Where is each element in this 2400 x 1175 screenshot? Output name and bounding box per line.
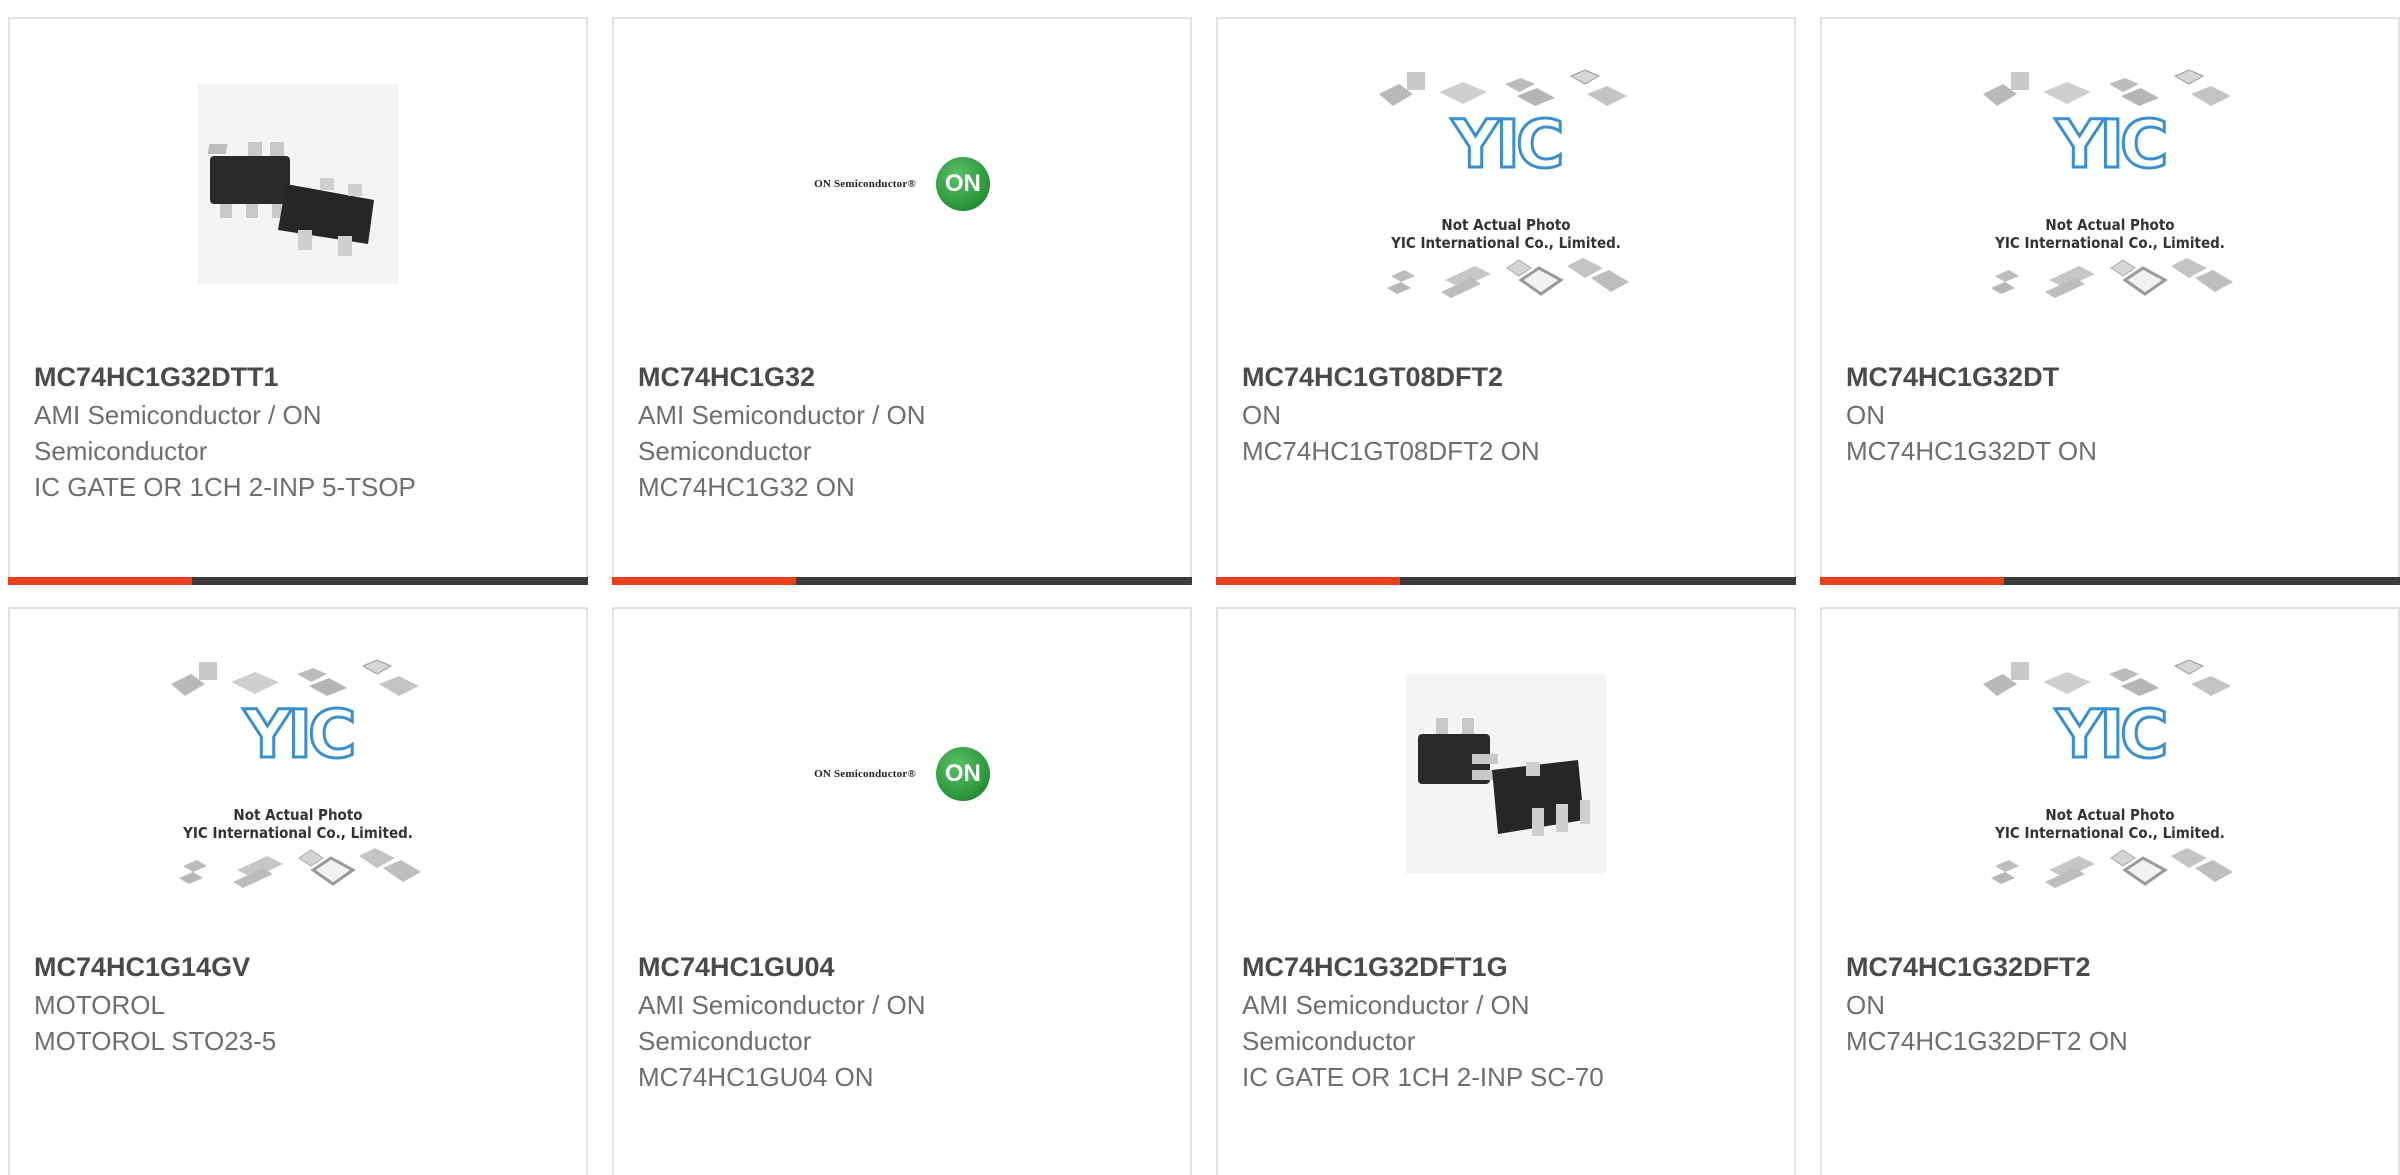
yic-placeholder-image: YIC Not Actual Photo YIC International C… [163,656,433,892]
chip-packages-icon [1983,659,2233,888]
placeholder-note: Not Actual Photo [2045,216,2175,234]
product-part-number[interactable]: MC74HC1G32DFT2 [1846,949,2316,985]
yic-placeholder-image: YIC Not Actual Photo YIC International C… [1975,656,2245,892]
product-detail-line: MOTOROL STO23-5 [34,1026,277,1056]
product-detail-line: ON [1846,990,1885,1020]
product-detail-line: ON [1242,400,1281,430]
product-detail-line: AMI Semiconductor / ON [34,400,322,430]
product-detail-line: MC74HC1G32DFT2 ON [1846,1026,2128,1056]
card-accent-bar [612,577,796,585]
card-accent-bar [1820,577,2004,585]
product-card[interactable]: MC74HC1G32DTT1 AMI Semiconductor / ON Semi… [8,17,588,585]
product-detail-line: MC74HC1GU04 ON [638,1062,874,1092]
product-image[interactable]: YIC Not Actual Photo YIC International C… [1218,69,1794,298]
product-card[interactable]: ON Semiconductor® ON MC74HC1GU04 AMI Semi… [612,607,1192,1175]
product-detail-line: Semiconductor [638,1026,812,1056]
placeholder-company: YIC International Co., Limited. [1995,824,2225,842]
product-part-number[interactable]: MC74HC1G32 [638,359,1108,395]
product-info: MC74HC1G14GV MOTOROL MOTOROL STO23-5 [34,949,504,1059]
placeholder-company: YIC International Co., Limited. [183,824,413,842]
product-part-number[interactable]: MC74HC1G32DT [1846,359,2316,395]
product-image[interactable]: YIC Not Actual Photo YIC International C… [1822,69,2398,298]
product-part-number[interactable]: MC74HC1GU04 [638,949,1108,985]
card-bottom-bar [8,577,588,585]
product-card[interactable]: MC74HC1G32DFT1G AMI Semiconductor / ON Sem… [1216,607,1796,1175]
product-info: MC74HC1G32DFT1G AMI Semiconductor / ON Sem… [1242,949,1712,1095]
product-info: MC74HC1G32DT ON MC74HC1G32DT ON [1846,359,2316,469]
chip-packages-icon [1379,69,1629,298]
product-part-number[interactable]: MC74HC1GT08DFT2 [1242,359,1712,395]
chip-photo-icon [198,84,398,284]
product-detail-line: ON [1846,400,1885,430]
yic-brand-logo: YIC [2054,106,2170,183]
product-detail-line: AMI Semiconductor / ON [638,400,926,430]
product-info: MC74HC1GT08DFT2 ON MC74HC1GT08DFT2 ON [1242,359,1712,469]
product-info: MC74HC1G32DFT2 ON MC74HC1G32DFT2 ON [1846,949,2316,1059]
product-info: MC74HC1G32DTT1 AMI Semiconductor / ON Semi… [34,359,504,505]
yic-placeholder-image: YIC Not Actual Photo YIC International C… [1975,66,2245,302]
on-semiconductor-logo: ON Semiconductor® ON [814,747,990,801]
product-card[interactable]: YIC Not Actual Photo YIC International C… [1820,17,2400,585]
product-info: MC74HC1GU04 AMI Semiconductor / ON Semicon… [638,949,1108,1095]
logo-text: ON Semiconductor® [814,178,916,190]
product-detail-line: Semiconductor [1242,1026,1416,1056]
placeholder-note: Not Actual Photo [2045,806,2175,824]
product-card[interactable]: YIC Not Actual Photo YIC International C… [1216,17,1796,585]
product-detail-line: MC74HC1GT08DFT2 ON [1242,436,1540,466]
product-detail-line: AMI Semiconductor / ON [638,990,926,1020]
product-card[interactable]: YIC Not Actual Photo YIC International C… [8,607,588,1175]
product-detail-line: MC74HC1G32DT ON [1846,436,2097,466]
product-image[interactable]: ON Semiconductor® ON [614,79,1190,289]
card-bottom-bar [1216,577,1796,585]
card-accent-bar [1216,577,1400,585]
product-part-number[interactable]: MC74HC1G14GV [34,949,504,985]
yic-brand-logo: YIC [2054,696,2170,773]
chip-photo-icon [1406,674,1606,874]
product-detail-line: MOTOROL [34,990,165,1020]
product-detail-line: IC GATE OR 1CH 2-INP 5-TSOP [34,472,416,502]
product-image[interactable]: YIC Not Actual Photo YIC International C… [10,659,586,888]
placeholder-note: Not Actual Photo [233,806,363,824]
placeholder-note: Not Actual Photo [1441,216,1571,234]
card-bottom-bar [1820,577,2400,585]
product-grid: MC74HC1G32DTT1 AMI Semiconductor / ON Semi… [8,17,2400,1175]
product-detail-line: MC74HC1G32 ON [638,472,855,502]
product-detail-line: Semiconductor [34,436,208,466]
yic-brand-logo: YIC [242,696,358,773]
chip-packages-icon [1983,69,2233,298]
product-card[interactable]: ON Semiconductor® ON MC74HC1G32 AMI Semic… [612,17,1192,585]
product-card[interactable]: YIC Not Actual Photo YIC International C… [1820,607,2400,1175]
yic-brand-logo: YIC [1450,106,1566,183]
product-image[interactable]: ON Semiconductor® ON [614,669,1190,879]
chip-packages-icon [171,659,421,888]
product-part-number[interactable]: MC74HC1G32DTT1 [34,359,504,395]
logo-badge: ON [935,157,990,211]
product-detail-line: IC GATE OR 1CH 2-INP SC-70 [1242,1062,1604,1092]
logo-text: ON Semiconductor® [814,768,916,780]
product-info: MC74HC1G32 AMI Semiconductor / ON Semicond… [638,359,1108,505]
yic-placeholder-image: YIC Not Actual Photo YIC International C… [1371,66,1641,302]
logo-badge: ON [935,747,990,801]
product-detail-line: Semiconductor [638,436,812,466]
product-detail-line: AMI Semiconductor / ON [1242,990,1530,1020]
product-image[interactable] [10,79,586,289]
product-part-number[interactable]: MC74HC1G32DFT1G [1242,949,1712,985]
placeholder-company: YIC International Co., Limited. [1391,234,1621,252]
product-image[interactable] [1218,669,1794,879]
on-semiconductor-logo: ON Semiconductor® ON [814,157,990,211]
card-accent-bar [8,577,192,585]
placeholder-company: YIC International Co., Limited. [1995,234,2225,252]
product-image[interactable]: YIC Not Actual Photo YIC International C… [1822,659,2398,888]
card-bottom-bar [612,577,1192,585]
